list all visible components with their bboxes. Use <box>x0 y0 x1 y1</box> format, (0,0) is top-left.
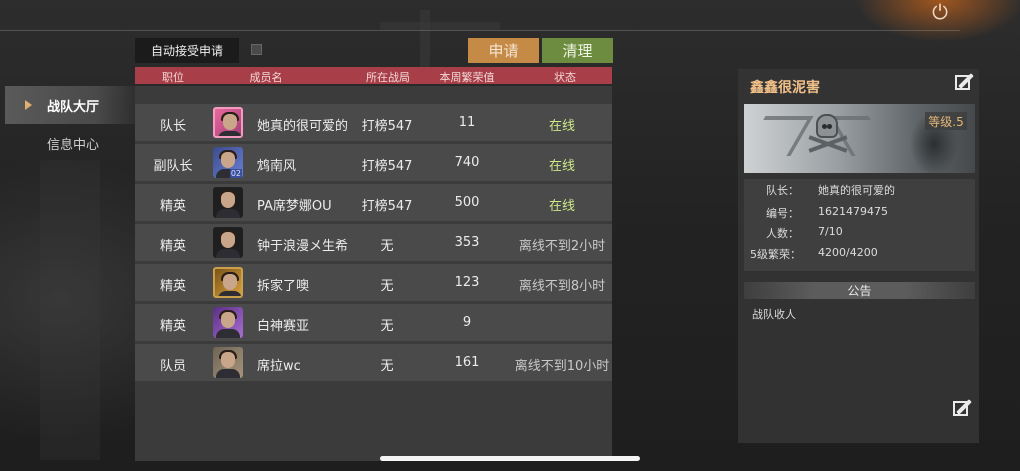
member-role: 精英 <box>159 239 187 254</box>
member-role: 精英 <box>159 279 187 294</box>
skull-icon <box>816 114 838 138</box>
background-beam <box>380 22 500 30</box>
member-status: 离线不到10小时 <box>514 359 610 374</box>
edit-icon[interactable] <box>951 397 973 419</box>
clean-button[interactable]: 清理 <box>542 38 613 63</box>
member-status: 在线 <box>548 159 576 174</box>
table-row[interactable]: 精英 PA席梦娜OU 打榜547 500 在线 <box>135 184 612 221</box>
auto-accept-label: 自动接受申请 <box>135 38 239 63</box>
member-match: 无 <box>380 279 394 294</box>
member-role: 队长 <box>159 119 187 134</box>
table-row[interactable]: 精英 白神赛亚 无 9 <box>135 304 612 341</box>
member-prosperity: 11 <box>458 115 476 130</box>
table-row[interactable]: 队长 她真的很可爱的 打榜547 11 在线 <box>135 104 612 141</box>
member-match: 无 <box>380 319 394 334</box>
avatar[interactable] <box>213 307 243 338</box>
team-name: 鑫鑫很泥害 <box>750 80 820 96</box>
member-status: 离线不到8小时 <box>518 279 606 294</box>
member-match: 打榜547 <box>361 199 413 214</box>
avatar[interactable] <box>213 267 243 298</box>
nav-item-label: 信息中心 <box>47 137 100 153</box>
member-name: 她真的很可爱的 <box>257 119 349 134</box>
info-key: 人数： <box>766 227 799 240</box>
header-match: 所在战局 <box>366 71 410 84</box>
member-prosperity: 500 <box>454 195 480 210</box>
member-role: 队员 <box>159 359 187 374</box>
avatar[interactable] <box>213 347 243 378</box>
member-match: 无 <box>380 239 394 254</box>
info-key: 5级繁荣： <box>750 248 801 261</box>
member-match: 打榜547 <box>361 159 413 174</box>
nav-item-team-hall[interactable]: 战队大厅 <box>5 86 135 124</box>
avatar-badge: 02 <box>229 169 242 178</box>
info-value: 1621479475 <box>818 205 888 218</box>
member-prosperity: 123 <box>454 275 480 290</box>
power-icon[interactable]: ⏻ <box>926 0 954 24</box>
member-name: 席拉wc <box>257 359 301 374</box>
member-name: 鸩南风 <box>257 159 297 174</box>
info-value: 她真的很可爱的 <box>818 184 895 197</box>
table-row[interactable]: 精英 钟于浪漫メ生希 无 353 离线不到2小时 <box>135 224 612 261</box>
table-row[interactable]: 精英 拆家了噢 无 123 离线不到8小时 <box>135 264 612 301</box>
nav-item-label: 战队大厅 <box>47 99 100 115</box>
avatar[interactable]: 02 <box>213 147 243 178</box>
member-role: 精英 <box>159 319 187 334</box>
header-prosperity: 本周繁荣值 <box>439 71 495 84</box>
member-prosperity: 9 <box>462 315 472 330</box>
header-member-name: 成员名 <box>249 71 283 84</box>
member-name: 钟于浪漫メ生希 <box>257 239 349 254</box>
member-name: 拆家了噢 <box>257 279 310 294</box>
member-status: 在线 <box>548 119 576 134</box>
member-prosperity: 740 <box>454 155 480 170</box>
member-match: 打榜547 <box>361 119 413 134</box>
header-status: 状态 <box>554 71 576 84</box>
member-status: 在线 <box>548 199 576 214</box>
member-name: 白神赛亚 <box>257 319 310 334</box>
member-role: 精英 <box>159 199 187 214</box>
auto-accept-checkbox[interactable] <box>251 44 262 55</box>
member-table-header: 职位 成员名 所在战局 本周繁荣值 状态 <box>135 67 612 84</box>
triangle-right-icon <box>25 100 32 110</box>
info-value: 4200/4200 <box>818 246 878 259</box>
avatar[interactable] <box>213 187 243 218</box>
apply-button[interactable]: 申请 <box>468 38 539 63</box>
header-role: 职位 <box>162 71 184 84</box>
table-row[interactable]: 队员 席拉wc 无 161 离线不到10小时 <box>135 344 612 381</box>
wing-icon <box>744 116 814 156</box>
notice-text: 战队收人 <box>752 308 796 321</box>
top-divider <box>0 30 960 31</box>
member-prosperity: 161 <box>454 355 480 370</box>
notice-title: 公告 <box>744 282 975 299</box>
team-level-badge: 等级.5 <box>925 112 967 130</box>
nav-item-info-center[interactable]: 信息中心 <box>5 124 135 162</box>
member-match: 无 <box>380 359 394 374</box>
info-key: 编号： <box>766 207 799 220</box>
table-row[interactable]: 副队长 02 鸩南风 打榜547 740 在线 <box>135 144 612 181</box>
avatar[interactable] <box>213 107 243 138</box>
member-status: 离线不到2小时 <box>518 239 606 254</box>
info-value: 7/10 <box>818 225 843 238</box>
home-indicator[interactable] <box>380 456 640 461</box>
member-role: 副队长 <box>153 159 193 174</box>
background-tree <box>40 160 100 460</box>
edit-icon[interactable] <box>953 71 975 93</box>
info-key: 队长： <box>766 184 799 197</box>
member-prosperity: 353 <box>454 235 480 250</box>
avatar[interactable] <box>213 227 243 258</box>
member-name: PA席梦娜OU <box>257 199 332 214</box>
